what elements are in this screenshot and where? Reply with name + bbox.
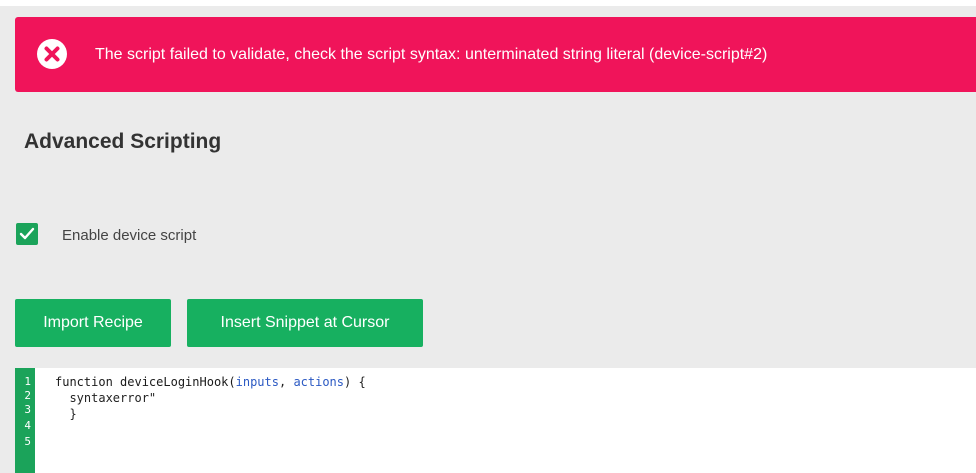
- line-number: 2: [24, 389, 31, 402]
- line-number-gutter: 1 2 3 4 5: [15, 368, 35, 473]
- code-token: ,: [278, 375, 294, 389]
- code-token: function deviceLoginHook(: [55, 375, 236, 389]
- code-editor[interactable]: 1 2 3 4 5 function deviceLoginHook(input…: [15, 368, 976, 473]
- line-number: 4: [24, 419, 31, 432]
- code-param: actions: [293, 375, 345, 389]
- error-alert: The script failed to validate, check the…: [15, 17, 976, 92]
- line-number: 1: [24, 375, 31, 388]
- checkmark-icon: [19, 227, 35, 240]
- import-recipe-button[interactable]: Import Recipe: [15, 299, 171, 347]
- code-line[interactable]: syntaxerror": [55, 390, 156, 406]
- line-number: 5: [24, 435, 31, 448]
- enable-device-script-checkbox[interactable]: [16, 223, 38, 245]
- insert-snippet-button[interactable]: Insert Snippet at Cursor: [187, 299, 423, 347]
- error-circle-x-icon: [37, 39, 67, 69]
- code-param: inputs: [235, 375, 279, 389]
- code-token: ) {: [344, 375, 366, 389]
- code-line[interactable]: }: [55, 406, 76, 422]
- section-title: Advanced Scripting: [24, 130, 222, 153]
- line-number: 3: [24, 403, 31, 416]
- enable-device-script-label[interactable]: Enable device script: [62, 227, 196, 244]
- code-line[interactable]: function deviceLoginHook(inputs, actions…: [55, 374, 366, 390]
- error-message: The script failed to validate, check the…: [95, 46, 768, 63]
